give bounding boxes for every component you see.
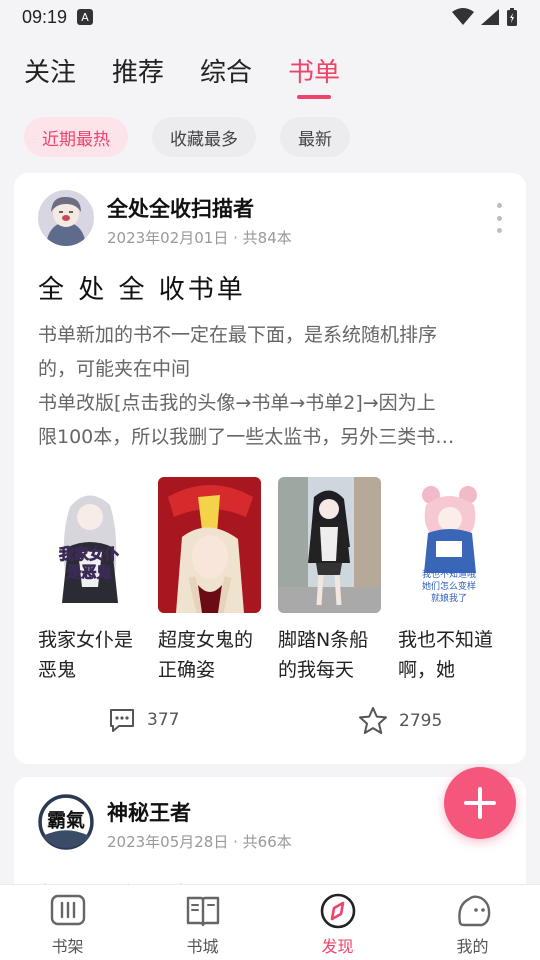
bottom-nav: 书架 书城 发现 我的 [0,884,540,960]
book-grid: 我家女仆 是恶鬼 我家女仆是恶鬼 超度女鬼的正确姿 脚踏N条船的我每天 我也不知… [38,477,501,685]
book-title: 脚踏N条船的我每天 [278,629,369,681]
tab-follow[interactable]: 关注 [24,44,76,89]
comment-button[interactable]: 377 [107,705,179,735]
book-item[interactable]: 超度女鬼的正确姿 [158,477,261,685]
book-cover [158,477,261,613]
desc-line: 的，可能夹在中间 [38,358,191,380]
desc-line: 限100本，所以我删了一些太监书，另外三类书… [38,426,455,448]
profile-icon [457,895,490,927]
nav-label: 书城 [186,937,219,956]
notification-a-icon: A [77,9,94,25]
cover-title-text-line1: 我家女仆 [59,545,119,563]
book-cover: 我家女仆 是恶鬼 [38,477,141,613]
bookshelf-icon [50,894,85,926]
nav-discover[interactable]: 发现 [270,885,405,960]
svg-text:霸氣: 霸氣 [47,809,85,832]
nav-label: 我的 [456,937,489,956]
booklist-title[interactable]: 全 处 全 收书单 [38,269,246,306]
filter-most-collected[interactable]: 收藏最多 [152,117,256,157]
top-tabs: 关注 推荐 综合 书单 [0,44,540,104]
card-actions: 377 2795 [14,705,526,745]
author-name[interactable]: 神秘王者 [107,797,191,827]
book-cover [278,477,381,613]
battery-icon [507,8,517,26]
cover-title-text-line2: 是恶鬼 [65,563,111,581]
star-icon [359,707,387,734]
favorite-count: 2795 [399,711,443,731]
nav-book-city[interactable]: 书城 [135,885,270,960]
booklist-description: 书单新加的书不一定在最下面，是系统随机排序 的，可能夹在中间 书单改版[点击我的… [38,318,498,454]
filter-newest[interactable]: 最新 [280,117,350,157]
book-title: 我家女仆是恶鬼 [38,629,134,681]
wifi-icon [452,8,474,25]
nav-label: 发现 [321,937,354,956]
comment-icon [110,709,134,732]
favorite-button[interactable]: 2795 [357,705,442,737]
tab-booklist[interactable]: 书单 [288,44,340,89]
nav-label: 书架 [51,937,84,956]
cover-handwriting-line1: 我也不知道哦 [422,568,476,580]
cover-handwriting-line3: 就娘我了 [431,592,467,604]
book-item[interactable]: 脚踏N条船的我每天 [278,477,381,685]
avatar[interactable]: 霸氣 [38,794,94,850]
nav-bookshelf[interactable]: 书架 [0,885,135,960]
signal-icon [481,9,499,25]
book-city-icon [186,896,219,927]
filter-chips: 近期最热 收藏最多 最新 [24,117,350,157]
plus-icon [464,787,496,819]
book-cover: 我也不知道哦 她们怎么变样 就娘我了 [398,477,501,613]
avatar[interactable] [38,190,94,246]
discover-compass-icon [320,893,355,929]
book-title: 我也不知道啊，她 [398,629,494,681]
tab-recommend[interactable]: 推荐 [112,44,164,89]
book-item[interactable]: 我也不知道哦 她们怎么变样 就娘我了 我也不知道啊，她 [398,477,501,685]
status-bar: 09:19 A [0,0,540,34]
cover-handwriting-line2: 她们怎么变样 [422,580,476,592]
author-name[interactable]: 全处全收扫描者 [107,193,254,223]
booklist-meta: 2023年05月28日 · 共66本 [107,833,292,851]
booklist-card[interactable]: 全处全收扫描者 2023年02月01日 · 共84本 全 处 全 收书单 书单新… [14,173,526,764]
tab-general[interactable]: 综合 [200,44,252,89]
booklist-meta: 2023年02月01日 · 共84本 [107,229,292,247]
desc-line: 书单改版[点击我的头像→书单→书单2]→因为上 [38,392,436,414]
status-time: 09:19 [22,6,68,27]
book-item[interactable]: 我家女仆 是恶鬼 我家女仆是恶鬼 [38,477,141,685]
desc-line: 书单新加的书不一定在最下面，是系统随机排序 [38,324,438,346]
book-title: 超度女鬼的正确姿 [158,629,254,681]
filter-hot-recent[interactable]: 近期最热 [24,117,128,157]
create-booklist-button[interactable] [444,767,516,839]
comment-count: 377 [147,710,180,730]
nav-profile[interactable]: 我的 [405,885,540,960]
more-options-icon[interactable] [492,203,506,233]
